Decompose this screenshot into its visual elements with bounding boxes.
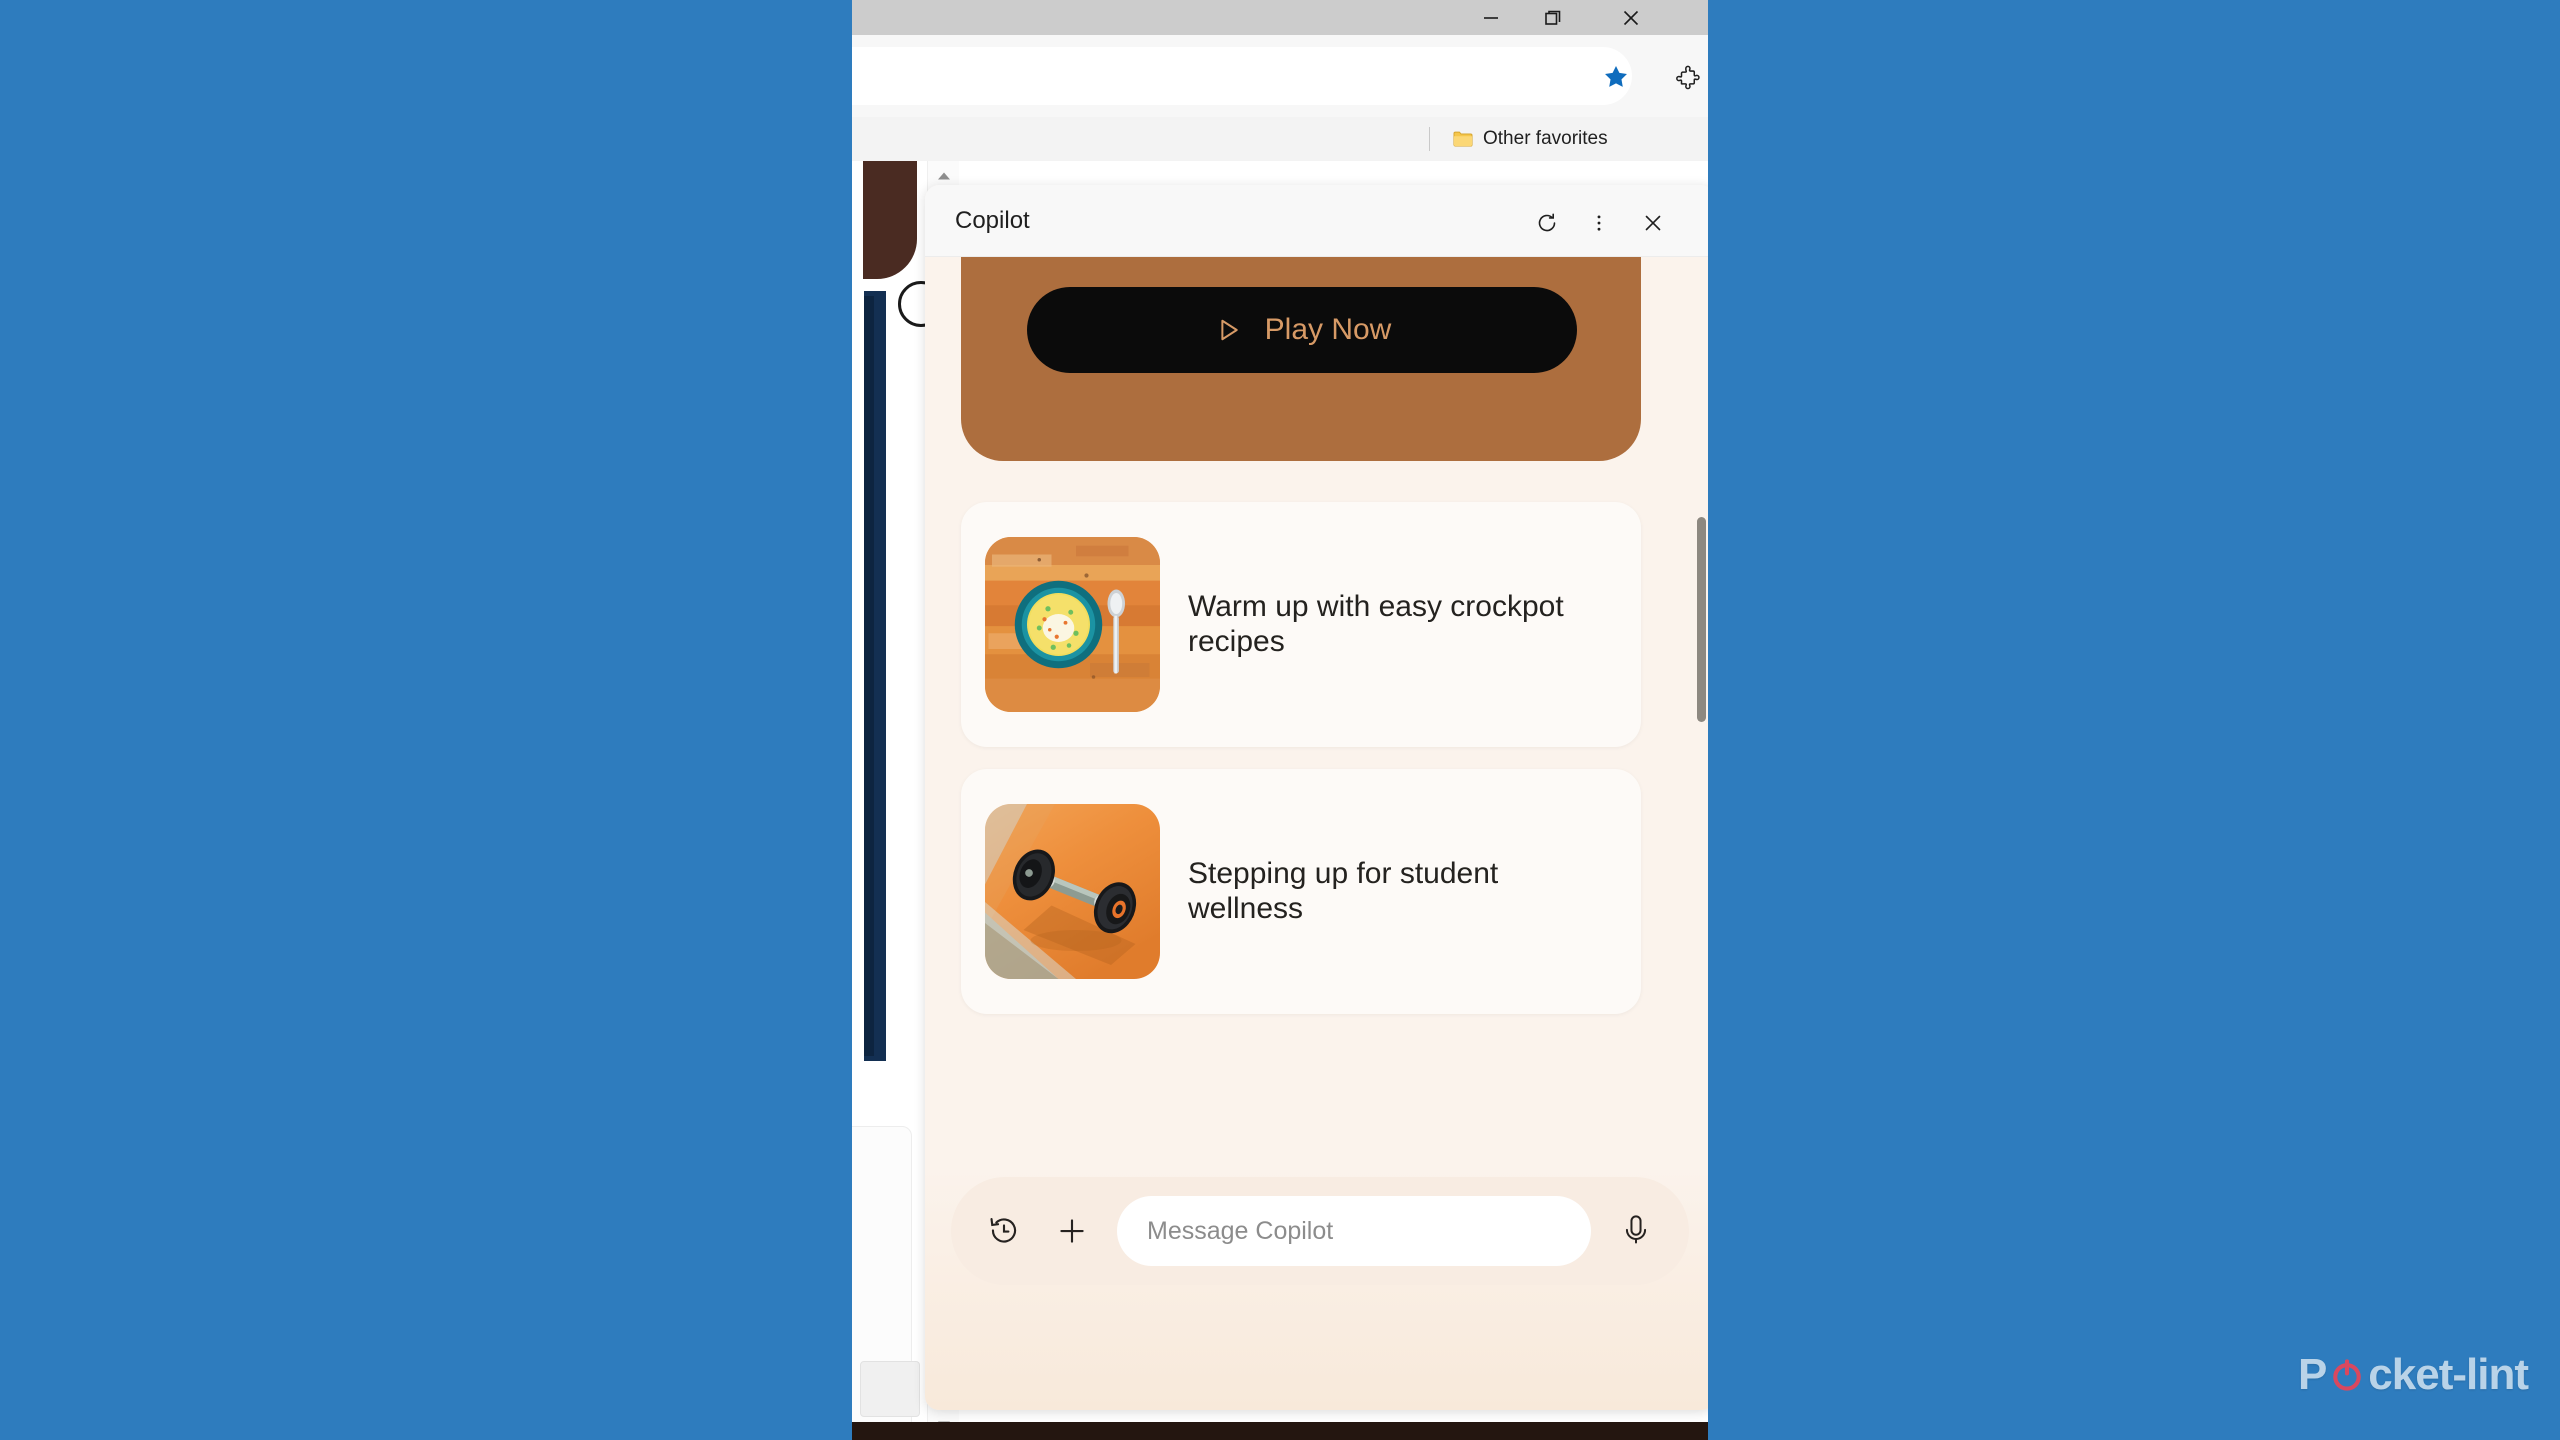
copilot-composer-area bbox=[925, 1167, 1708, 1410]
page-small-box bbox=[860, 1361, 920, 1417]
folder-icon bbox=[1453, 131, 1473, 147]
watermark-suffix: cket-lint bbox=[2368, 1350, 2529, 1399]
close-icon[interactable] bbox=[1600, 0, 1662, 35]
favorites-bar: Other favorites bbox=[852, 117, 1708, 161]
browser-toolbar bbox=[852, 35, 1708, 117]
other-favorites-label: Other favorites bbox=[1483, 128, 1608, 149]
copilot-panel: Copilot Play Now Warm up with easy crock… bbox=[925, 185, 1708, 1410]
pocketlint-watermark: P cket-lint bbox=[2297, 1350, 2529, 1400]
suggestion-card[interactable]: Warm up with easy crockpot recipes bbox=[961, 502, 1641, 747]
suggestion-label: Warm up with easy crockpot recipes bbox=[1188, 590, 1564, 658]
more-options-icon[interactable] bbox=[1579, 203, 1619, 243]
favorites-divider bbox=[1429, 127, 1430, 151]
restore-icon[interactable] bbox=[1522, 0, 1584, 35]
power-icon bbox=[2327, 1355, 2367, 1395]
plus-icon[interactable] bbox=[1049, 1208, 1095, 1254]
copilot-close-icon[interactable] bbox=[1633, 203, 1673, 243]
copilot-composer bbox=[951, 1177, 1689, 1285]
bookmark-star-icon[interactable] bbox=[1602, 63, 1630, 91]
dumbbell-image bbox=[985, 804, 1160, 979]
page-hero-block bbox=[863, 161, 917, 279]
extensions-icon[interactable] bbox=[1672, 62, 1704, 94]
watermark-prefix: P bbox=[2297, 1350, 2327, 1399]
other-favorites-button[interactable]: Other favorites bbox=[1444, 123, 1615, 155]
suggestion-label: Stepping up for student wellness bbox=[1188, 857, 1499, 925]
promo-card: more Play Now bbox=[961, 257, 1641, 461]
page-bottom-strip bbox=[852, 1422, 1708, 1440]
desktop-background: Other favorites Copilot Play Now Warm up… bbox=[0, 0, 2560, 1440]
window-titlebar bbox=[852, 0, 1708, 35]
history-icon[interactable] bbox=[981, 1208, 1027, 1254]
browser-window: Other favorites Copilot Play Now Warm up… bbox=[852, 0, 1708, 1440]
suggestion-card[interactable]: Stepping up for student wellness bbox=[961, 769, 1641, 1014]
refresh-icon[interactable] bbox=[1527, 203, 1567, 243]
soup-bowl-image bbox=[985, 537, 1160, 712]
copilot-scrollbar-thumb[interactable] bbox=[1697, 517, 1706, 722]
play-now-label: Play Now bbox=[1264, 313, 1392, 346]
message-input[interactable] bbox=[1117, 1196, 1591, 1266]
copilot-header: Copilot bbox=[925, 185, 1708, 257]
minimize-icon[interactable] bbox=[1460, 0, 1522, 35]
page-dark-panel-inner bbox=[864, 296, 874, 1056]
play-now-button[interactable]: Play Now bbox=[1027, 287, 1577, 373]
promo-partial-heading: more bbox=[1021, 257, 1112, 258]
microphone-icon[interactable] bbox=[1613, 1208, 1659, 1254]
address-bar[interactable] bbox=[852, 47, 1632, 105]
copilot-conversation[interactable]: more Play Now bbox=[925, 257, 1708, 1167]
play-icon bbox=[1221, 319, 1238, 341]
copilot-title: Copilot bbox=[955, 207, 1030, 234]
